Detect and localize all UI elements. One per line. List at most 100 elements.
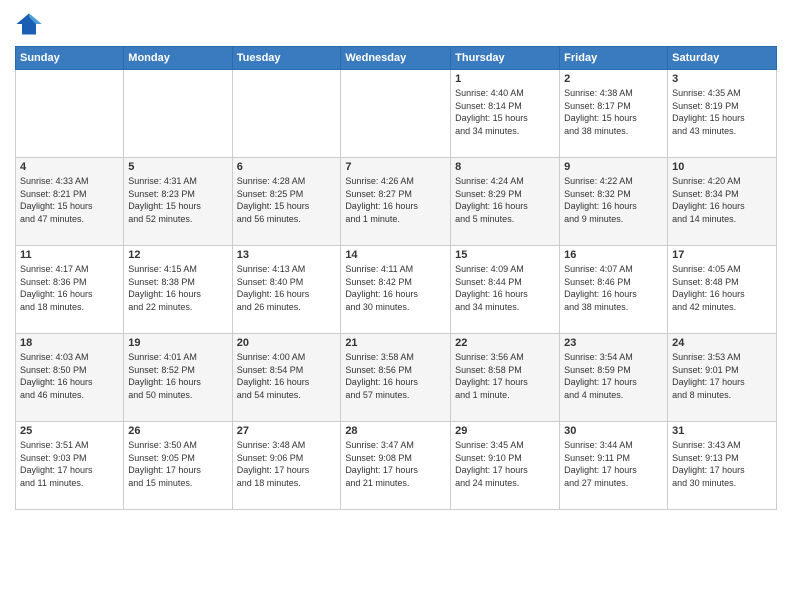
calendar-cell: 27 Sunrise: 3:48 AM Sunset: 9:06 PM Dayli… [232,422,341,510]
calendar-cell: 21 Sunrise: 3:58 AM Sunset: 8:56 PM Dayli… [341,334,451,422]
day-info: Sunrise: 4:22 AM Sunset: 8:32 PM Dayligh… [564,175,663,225]
calendar-cell [124,70,232,158]
weekday-header-saturday: Saturday [668,47,777,70]
calendar-table: SundayMondayTuesdayWednesdayThursdayFrid… [15,46,777,510]
calendar-cell: 10 Sunrise: 4:20 AM Sunset: 8:34 PM Dayli… [668,158,777,246]
day-info: Sunrise: 4:38 AM Sunset: 8:17 PM Dayligh… [564,87,663,137]
calendar-cell: 19 Sunrise: 4:01 AM Sunset: 8:52 PM Dayli… [124,334,232,422]
calendar-cell: 23 Sunrise: 3:54 AM Sunset: 8:59 PM Dayli… [560,334,668,422]
page: SundayMondayTuesdayWednesdayThursdayFrid… [0,0,792,612]
day-info: Sunrise: 4:11 AM Sunset: 8:42 PM Dayligh… [345,263,446,313]
day-number: 24 [672,337,772,349]
day-number: 10 [672,161,772,173]
calendar-cell: 28 Sunrise: 3:47 AM Sunset: 9:08 PM Dayli… [341,422,451,510]
weekday-header-sunday: Sunday [16,47,124,70]
day-info: Sunrise: 4:20 AM Sunset: 8:34 PM Dayligh… [672,175,772,225]
day-number: 26 [128,425,227,437]
day-number: 6 [237,161,337,173]
day-info: Sunrise: 4:01 AM Sunset: 8:52 PM Dayligh… [128,351,227,401]
day-info: Sunrise: 4:26 AM Sunset: 8:27 PM Dayligh… [345,175,446,225]
day-info: Sunrise: 3:53 AM Sunset: 9:01 PM Dayligh… [672,351,772,401]
calendar-cell: 26 Sunrise: 3:50 AM Sunset: 9:05 PM Dayli… [124,422,232,510]
day-number: 29 [455,425,555,437]
day-info: Sunrise: 4:13 AM Sunset: 8:40 PM Dayligh… [237,263,337,313]
day-number: 3 [672,73,772,85]
day-info: Sunrise: 4:28 AM Sunset: 8:25 PM Dayligh… [237,175,337,225]
calendar-cell: 6 Sunrise: 4:28 AM Sunset: 8:25 PM Daylig… [232,158,341,246]
day-info: Sunrise: 3:45 AM Sunset: 9:10 PM Dayligh… [455,439,555,489]
header [15,10,777,38]
day-number: 15 [455,249,555,261]
calendar-cell: 1 Sunrise: 4:40 AM Sunset: 8:14 PM Daylig… [451,70,560,158]
day-number: 28 [345,425,446,437]
day-number: 21 [345,337,446,349]
calendar-cell [341,70,451,158]
day-number: 7 [345,161,446,173]
weekday-header-monday: Monday [124,47,232,70]
day-number: 27 [237,425,337,437]
calendar-cell: 11 Sunrise: 4:17 AM Sunset: 8:36 PM Dayli… [16,246,124,334]
calendar-cell: 7 Sunrise: 4:26 AM Sunset: 8:27 PM Daylig… [341,158,451,246]
day-number: 5 [128,161,227,173]
calendar-cell: 4Sunrise: 4:33 AM Sunset: 8:21 PM Daylig… [16,158,124,246]
calendar-cell: 2 Sunrise: 4:38 AM Sunset: 8:17 PM Daylig… [560,70,668,158]
day-number: 18 [20,337,119,349]
calendar-cell: 30Sunrise: 3:44 AM Sunset: 9:11 PM Dayli… [560,422,668,510]
day-number: 30 [564,425,663,437]
day-info: Sunrise: 3:50 AM Sunset: 9:05 PM Dayligh… [128,439,227,489]
calendar-cell: 12 Sunrise: 4:15 AM Sunset: 8:38 PM Dayli… [124,246,232,334]
day-info: Sunrise: 4:05 AM Sunset: 8:48 PM Dayligh… [672,263,772,313]
calendar-cell: 14 Sunrise: 4:11 AM Sunset: 8:42 PM Dayli… [341,246,451,334]
day-number: 2 [564,73,663,85]
weekday-header-row: SundayMondayTuesdayWednesdayThursdayFrid… [16,47,777,70]
day-number: 20 [237,337,337,349]
day-info: Sunrise: 4:40 AM Sunset: 8:14 PM Dayligh… [455,87,555,137]
day-info: Sunrise: 3:51 AM Sunset: 9:03 PM Dayligh… [20,439,119,489]
calendar-cell: 17 Sunrise: 4:05 AM Sunset: 8:48 PM Dayli… [668,246,777,334]
calendar-cell: 15 Sunrise: 4:09 AM Sunset: 8:44 PM Dayli… [451,246,560,334]
logo-icon [15,10,43,38]
day-info: Sunrise: 3:56 AM Sunset: 8:58 PM Dayligh… [455,351,555,401]
day-number: 14 [345,249,446,261]
day-number: 25 [20,425,119,437]
day-info: Sunrise: 4:17 AM Sunset: 8:36 PM Dayligh… [20,263,119,313]
calendar-cell: 18Sunrise: 4:03 AM Sunset: 8:50 PM Dayli… [16,334,124,422]
calendar-cell: 20 Sunrise: 4:00 AM Sunset: 8:54 PM Dayli… [232,334,341,422]
calendar-cell [16,70,124,158]
day-info: Sunrise: 4:15 AM Sunset: 8:38 PM Dayligh… [128,263,227,313]
day-number: 13 [237,249,337,261]
day-info: Sunrise: 3:47 AM Sunset: 9:08 PM Dayligh… [345,439,446,489]
week-row-1: 4Sunrise: 4:33 AM Sunset: 8:21 PM Daylig… [16,158,777,246]
day-info: Sunrise: 4:31 AM Sunset: 8:23 PM Dayligh… [128,175,227,225]
week-row-0: 1 Sunrise: 4:40 AM Sunset: 8:14 PM Daylig… [16,70,777,158]
calendar-cell: 24 Sunrise: 3:53 AM Sunset: 9:01 PM Dayli… [668,334,777,422]
day-info: Sunrise: 4:07 AM Sunset: 8:46 PM Dayligh… [564,263,663,313]
day-number: 19 [128,337,227,349]
calendar-cell: 22 Sunrise: 3:56 AM Sunset: 8:58 PM Dayli… [451,334,560,422]
weekday-header-thursday: Thursday [451,47,560,70]
day-number: 1 [455,73,555,85]
day-number: 17 [672,249,772,261]
day-number: 12 [128,249,227,261]
day-info: Sunrise: 3:48 AM Sunset: 9:06 PM Dayligh… [237,439,337,489]
day-info: Sunrise: 3:54 AM Sunset: 8:59 PM Dayligh… [564,351,663,401]
day-info: Sunrise: 4:09 AM Sunset: 8:44 PM Dayligh… [455,263,555,313]
day-info: Sunrise: 4:00 AM Sunset: 8:54 PM Dayligh… [237,351,337,401]
day-number: 22 [455,337,555,349]
calendar-cell: 9Sunrise: 4:22 AM Sunset: 8:32 PM Daylig… [560,158,668,246]
logo [15,10,45,38]
day-info: Sunrise: 3:58 AM Sunset: 8:56 PM Dayligh… [345,351,446,401]
week-row-3: 18Sunrise: 4:03 AM Sunset: 8:50 PM Dayli… [16,334,777,422]
week-row-4: 25 Sunrise: 3:51 AM Sunset: 9:03 PM Dayli… [16,422,777,510]
calendar-cell: 13 Sunrise: 4:13 AM Sunset: 8:40 PM Dayli… [232,246,341,334]
day-number: 11 [20,249,119,261]
calendar-cell: 29 Sunrise: 3:45 AM Sunset: 9:10 PM Dayli… [451,422,560,510]
day-number: 31 [672,425,772,437]
calendar-cell: 3Sunrise: 4:35 AM Sunset: 8:19 PM Daylig… [668,70,777,158]
calendar-cell: 16Sunrise: 4:07 AM Sunset: 8:46 PM Dayli… [560,246,668,334]
day-info: Sunrise: 4:24 AM Sunset: 8:29 PM Dayligh… [455,175,555,225]
day-number: 23 [564,337,663,349]
weekday-header-friday: Friday [560,47,668,70]
calendar-cell: 8Sunrise: 4:24 AM Sunset: 8:29 PM Daylig… [451,158,560,246]
week-row-2: 11 Sunrise: 4:17 AM Sunset: 8:36 PM Dayli… [16,246,777,334]
